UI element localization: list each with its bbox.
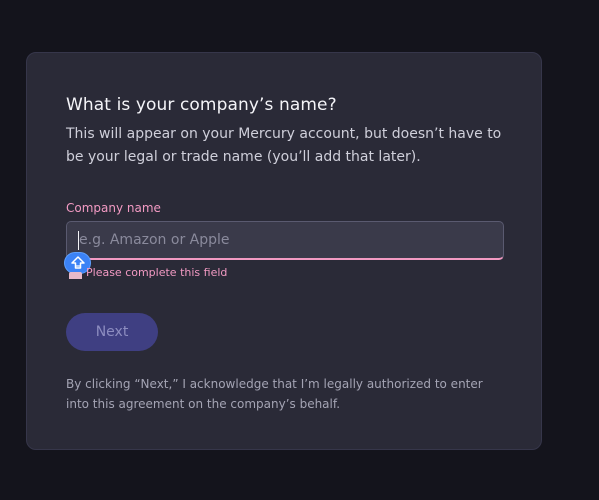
next-button[interactable]: Next (66, 313, 158, 351)
company-name-card: What is your company’s name? This will a… (26, 52, 542, 450)
text-caret (78, 231, 79, 250)
warning-icon (69, 272, 82, 279)
page-subtitle: This will appear on your Mercury account… (66, 126, 502, 165)
legal-disclaimer: By clicking “Next,” I acknowledge that I… (66, 377, 483, 411)
page-title: What is your company’s name? (66, 95, 337, 115)
company-name-label: Company name (66, 201, 161, 215)
error-message: Please complete this field (86, 266, 228, 279)
company-name-input[interactable] (66, 221, 504, 260)
